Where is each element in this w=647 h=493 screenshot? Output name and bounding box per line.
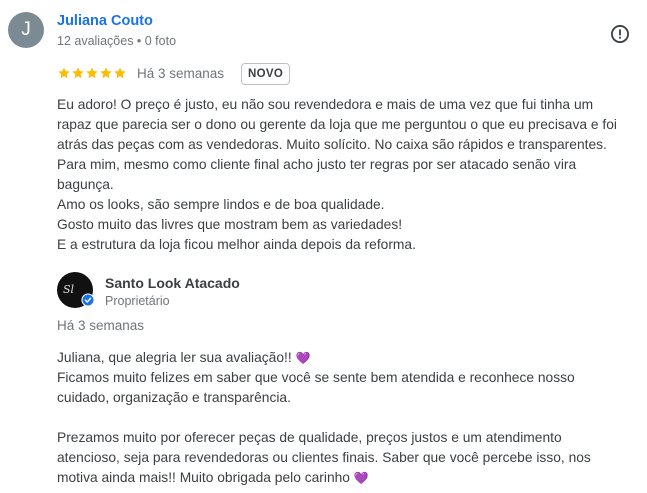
star-rating <box>57 66 127 80</box>
reply-text-line: cuidado, organização e transparência. <box>57 388 642 408</box>
reviewer-avatar-letter: J <box>21 19 31 40</box>
reply-text-line-content: atencioso, seja para revendedoras ou cli… <box>57 450 591 465</box>
review-text: Eu adoro! O preço é justo, eu não sou re… <box>57 95 642 255</box>
reply-text-line: Ficamos muito felizes em saber que você … <box>57 368 642 388</box>
review-text-line: rapaz que parecia ser o dono ou gerente … <box>57 117 617 132</box>
review-date: Há 3 semanas <box>137 66 225 81</box>
reply-text-line-content: Prezamos muito por oferecer peças de qua… <box>57 430 562 445</box>
star-icon <box>58 67 70 79</box>
reviewer-avatar[interactable]: J <box>8 12 44 48</box>
reply-text-line-content: Ficamos muito felizes em saber que você … <box>57 370 575 385</box>
owner-logo-icon: Sl <box>63 283 75 296</box>
report-icon[interactable] <box>609 23 631 45</box>
reviewer-meta: 12 avaliações • 0 foto <box>57 34 177 48</box>
reply-text-line: motiva ainda mais!! Muito obrigada pelo … <box>57 468 642 488</box>
star-icon <box>72 67 84 79</box>
reply-text-line-content: Juliana, que alegria ler sua avaliação!! <box>57 350 296 365</box>
star-icon <box>114 67 126 79</box>
owner-role: Proprietário <box>105 294 170 308</box>
review-text-line: Gosto muito das livres que mostram bem a… <box>57 217 403 232</box>
verified-icon <box>81 293 95 307</box>
reply-text-line-content: motiva ainda mais!! Muito obrigada pelo … <box>57 470 354 485</box>
review-text-line: Para mim, mesmo como cliente final acho … <box>57 157 577 172</box>
reply-text-line: atencioso, seja para revendedoras ou cli… <box>57 448 642 468</box>
star-icon <box>100 67 112 79</box>
star-icon <box>86 67 98 79</box>
reply-text: Juliana, que alegria ler sua avaliação!!… <box>57 348 642 488</box>
reply-text-line: Prezamos muito por oferecer peças de qua… <box>57 428 642 448</box>
reviewer-name[interactable]: Juliana Couto <box>57 13 153 29</box>
review-text-line: atrás das peças com as vendedoras. Muito… <box>57 137 607 152</box>
new-badge: NOVO <box>241 63 291 85</box>
purple-heart-icon: 💜 <box>295 351 311 365</box>
review-text-line: bagunça. <box>57 177 114 192</box>
review-text-line: E a estrutura da loja ficou melhor ainda… <box>57 237 416 252</box>
review-text-line: Amo os looks, são sempre lindos e de boa… <box>57 197 385 212</box>
purple-heart-icon: 💜 <box>353 471 369 485</box>
owner-name[interactable]: Santo Look Atacado <box>105 275 240 291</box>
reply-text-line <box>57 408 642 428</box>
reply-text-line-content: cuidado, organização e transparência. <box>57 390 291 405</box>
review-text-line: Eu adoro! O preço é justo, eu não sou re… <box>57 97 594 112</box>
reply-text-line: Juliana, que alegria ler sua avaliação!!… <box>57 348 642 368</box>
reply-date: Há 3 semanas <box>57 318 145 333</box>
